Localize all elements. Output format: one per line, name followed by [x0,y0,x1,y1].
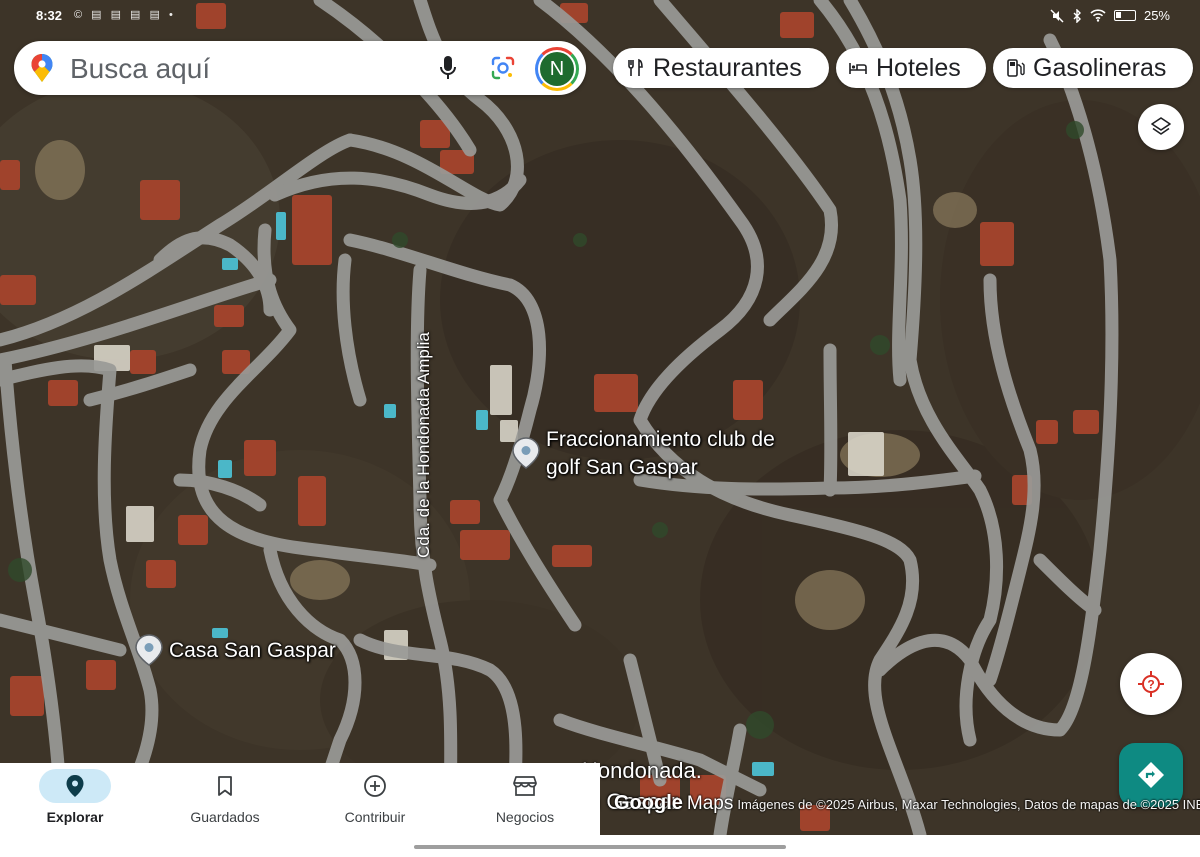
account-avatar[interactable]: N [535,47,579,91]
chip-label: Gasolineras [1033,53,1167,82]
place-pin-icon[interactable] [512,437,540,469]
nav-contribuir[interactable]: Contribuir [300,763,450,835]
wifi-icon [1090,9,1106,22]
directions-icon [1138,762,1164,788]
search-bar[interactable]: Busca aquí N [14,41,586,95]
nav-pill [39,769,111,803]
status-right: 25% [1050,8,1170,23]
chip-label: Restaurantes [653,53,802,82]
bookmark-icon [218,776,232,796]
map-terrain [0,0,1200,835]
avatar-initial: N [540,52,574,86]
nav-label: Guardados [190,809,260,825]
bluetooth-icon [1073,8,1081,23]
attribution-text[interactable]: Imágenes de ©2025 Airbus, Maxar Technolo… [737,797,1200,812]
my-location-button[interactable]: ? [1120,653,1182,715]
explore-pin-icon [66,775,84,797]
location-unknown-icon: ? [1138,671,1164,697]
battery-percent: 25% [1143,8,1170,23]
chip-restaurantes[interactable]: Restaurantes [613,48,829,88]
nav-guardados[interactable]: Guardados [150,763,300,835]
nav-label: Contribuir [344,809,406,825]
place-label-casa-san-gaspar[interactable]: Casa San Gaspar [169,637,336,665]
notification-icons: © ▤ ▤ ▤ ▤ • [74,9,176,21]
nav-pill [489,769,561,803]
home-indicator[interactable] [414,845,786,849]
nav-pill [339,769,411,803]
nav-explorar[interactable]: Explorar [0,763,150,835]
status-bar: 8:32 © ▤ ▤ ▤ ▤ • 25% [0,0,1200,32]
google-logo: Google [614,792,683,814]
maps-logo-text: Maps [686,793,734,814]
status-time: 8:32 [36,8,63,23]
layers-button[interactable] [1138,104,1184,150]
place-pin-icon[interactable] [135,634,163,666]
nav-label: Explorar [46,809,104,825]
nav-negocios[interactable]: Negocios [450,763,600,835]
nav-label: Negocios [495,809,555,825]
chip-label: Hoteles [876,53,961,82]
chip-hoteles[interactable]: Hoteles [836,48,986,88]
place-label-club-golf[interactable]: Fraccionamiento club de golf San Gaspar [546,426,806,482]
satellite-map[interactable]: Fraccionamiento club de golf San Gaspar … [0,0,1200,835]
search-input[interactable]: Busca aquí [70,53,210,85]
nav-pill [189,769,261,803]
map-attribution[interactable]: Google Maps Imágenes de ©2025 Airbus, Ma… [614,792,1200,815]
mute-icon [1050,8,1064,23]
layers-icon [1151,117,1171,135]
google-lens-icon[interactable] [490,55,516,81]
battery-icon [1113,10,1136,21]
gas-pump-icon [1007,59,1025,77]
svg-text:?: ? [1147,678,1154,692]
microphone-icon[interactable] [438,54,458,82]
google-maps-pin-icon [31,54,53,82]
street-label: Cda. de la Hondonada Amplia [414,332,433,558]
bottom-navigation: Explorar Guardados Contribuir Negocios [0,763,600,835]
fork-knife-icon [628,58,643,76]
storefront-icon [513,776,537,796]
chip-gasolineras[interactable]: Gasolineras [993,48,1193,88]
bed-icon [849,63,867,74]
add-circle-icon [364,775,386,797]
